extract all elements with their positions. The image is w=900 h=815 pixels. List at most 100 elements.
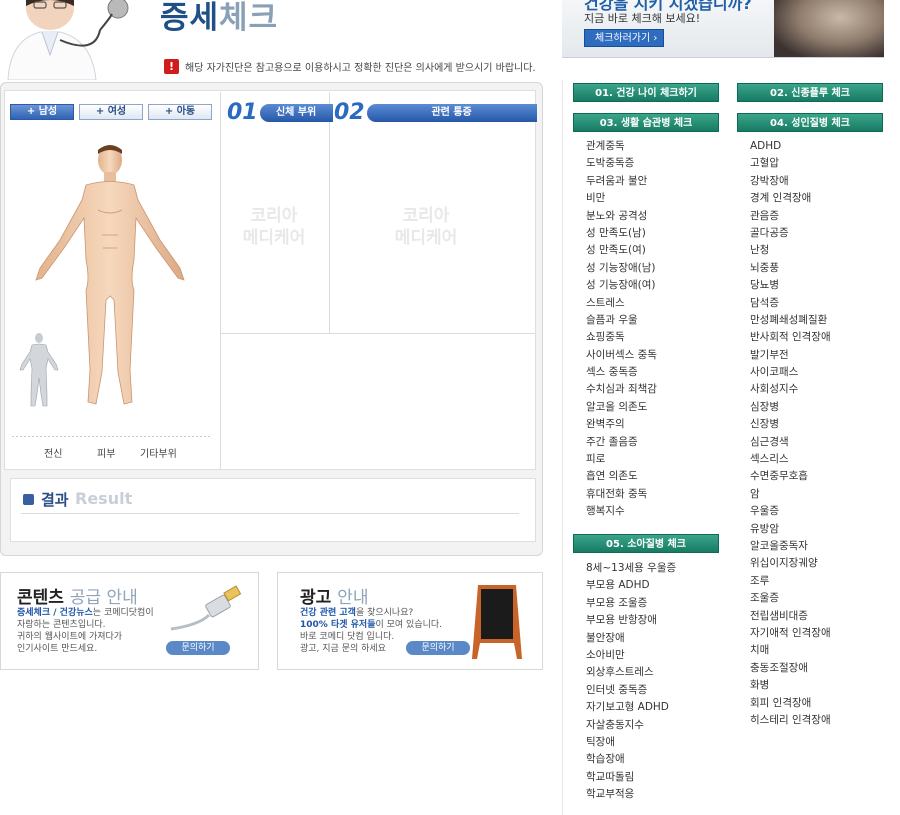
list-item[interactable]: 섹스리스 xyxy=(750,451,831,468)
list-item[interactable]: 당뇨병 xyxy=(750,277,831,294)
list-item[interactable]: 분노와 공격성 xyxy=(586,208,657,225)
list-item[interactable]: 강박장애 xyxy=(750,173,831,190)
list-item[interactable]: 치매 xyxy=(750,642,831,659)
list-item[interactable]: 유방암 xyxy=(750,521,831,538)
list-item[interactable]: 자기애적 인격장애 xyxy=(750,625,831,642)
list-item[interactable]: 불안장애 xyxy=(586,630,676,647)
list-item[interactable]: 학교따돌림 xyxy=(586,769,676,786)
list-item[interactable]: 섹스 중독증 xyxy=(586,364,657,381)
divider xyxy=(21,513,519,514)
category-lifestyle[interactable]: 03. 생활 습관병 체크 xyxy=(573,113,719,132)
list-item[interactable]: 소아비만 xyxy=(586,647,676,664)
list-item[interactable]: 흡연 의존도 xyxy=(586,468,657,485)
list-item[interactable]: 암 xyxy=(750,486,831,503)
list-item[interactable]: 틱장애 xyxy=(586,734,676,751)
list-item[interactable]: 성 기능장애(남) xyxy=(586,260,657,277)
list-item[interactable]: 조루 xyxy=(750,573,831,590)
list-item[interactable]: 조울증 xyxy=(750,590,831,607)
list-item[interactable]: 관음증 xyxy=(750,208,831,225)
list-item[interactable]: 두려움과 불안 xyxy=(586,173,657,190)
advertising-box: 광고 안내 건강 관련 고객을 찾으시나요? 100% 타겟 유저들이 모여 있… xyxy=(277,572,543,670)
list-item[interactable]: 자살충동지수 xyxy=(586,717,676,734)
list-item[interactable]: 스트레스 xyxy=(586,295,657,312)
part-skin[interactable]: 피부 xyxy=(97,445,115,460)
category-health-age[interactable]: 01. 건강 나이 체크하기 xyxy=(573,83,719,102)
list-item[interactable]: 쇼핑중독 xyxy=(586,329,657,346)
list-item[interactable]: 회피 인격장애 xyxy=(750,695,831,712)
list-item[interactable]: 비만 xyxy=(586,190,657,207)
list-item[interactable]: 화병 xyxy=(750,677,831,694)
list-item[interactable]: 히스테리 인격장애 xyxy=(750,712,831,729)
list-item[interactable]: 알코올중독자 xyxy=(750,538,831,555)
list-item[interactable]: 성 만족도(남) xyxy=(586,225,657,242)
banner-subtitle: 지금 바로 체크해 보세요! xyxy=(584,12,701,25)
list-item[interactable]: 인터넷 중독증 xyxy=(586,682,676,699)
content-inquiry-button[interactable]: 문의하기 xyxy=(166,641,230,655)
list-item[interactable]: 담석증 xyxy=(750,295,831,312)
list-item[interactable]: 반사회적 인격장애 xyxy=(750,329,831,346)
lifestyle-list: 관계중독 도박중독증 두려움과 불안 비만 분노와 공격성 성 만족도(남) 성 만족도(여… xyxy=(586,138,657,521)
category-child-disease[interactable]: 05. 소아질병 체크 xyxy=(573,534,719,553)
list-item[interactable]: 심근경색 xyxy=(750,434,831,451)
gender-male-button[interactable]: + 남성 xyxy=(10,104,74,120)
list-item[interactable]: 알코올 의존도 xyxy=(586,399,657,416)
promo-line: 자랑하는 콘텐츠입니다. xyxy=(17,620,106,630)
list-item[interactable]: 부모용 반항장애 xyxy=(586,612,676,629)
list-item[interactable]: 심장병 xyxy=(750,399,831,416)
list-item[interactable]: 외상후스트레스 xyxy=(586,664,676,681)
promo-line: 바로 코메디 닷컴 입니다. xyxy=(300,632,395,642)
list-item[interactable]: 사회성지수 xyxy=(750,381,831,398)
list-item[interactable]: 학습장애 xyxy=(586,751,676,768)
gender-child-button[interactable]: + 아동 xyxy=(148,104,212,120)
list-item[interactable]: 부모용 조울증 xyxy=(586,595,676,612)
list-item[interactable]: 부모용 ADHD xyxy=(586,577,676,594)
gender-female-button[interactable]: + 여성 xyxy=(79,104,143,120)
part-other[interactable]: 기타부위 xyxy=(140,445,177,460)
list-item[interactable]: 성 만족도(여) xyxy=(586,242,657,259)
list-item[interactable]: 전립샘비대증 xyxy=(750,608,831,625)
list-item[interactable]: 사이버섹스 중독 xyxy=(586,347,657,364)
list-item[interactable]: 고혈압 xyxy=(750,155,831,172)
list-item[interactable]: 충동조절장애 xyxy=(750,660,831,677)
list-item[interactable]: 학교부적응 xyxy=(586,786,676,803)
part-whole-body[interactable]: 전신 xyxy=(44,445,62,460)
related-pain-header: 02 관련 통증 xyxy=(334,102,537,124)
list-item[interactable]: 난청 xyxy=(750,242,831,259)
list-item[interactable]: 발기부전 xyxy=(750,347,831,364)
list-item[interactable]: 행복지수 xyxy=(586,503,657,520)
list-item[interactable]: 우울증 xyxy=(750,503,831,520)
category-swine-flu[interactable]: 02. 신종플루 체크 xyxy=(737,83,883,102)
promo-line: 인기사이트 만드세요. xyxy=(17,644,98,654)
brand-title: 증세체크 xyxy=(160,0,279,36)
promo-banner[interactable]: 건강을 지키 시겠습니까? 지금 바로 체크해 보세요! 체크하러가기 › xyxy=(562,0,884,58)
list-item[interactable]: 수치심과 죄책감 xyxy=(586,381,657,398)
list-item[interactable]: ADHD xyxy=(750,138,831,155)
list-item[interactable]: 성 기능장애(여) xyxy=(586,277,657,294)
body-part-header: 01 신체 부위 xyxy=(227,102,333,124)
list-item[interactable]: 만성폐쇄성폐질환 xyxy=(750,312,831,329)
list-item[interactable]: 완벽주의 xyxy=(586,416,657,433)
category-adult-disease[interactable]: 04. 성인질병 체크 xyxy=(737,113,883,132)
list-item[interactable]: 뇌중풍 xyxy=(750,260,831,277)
list-item[interactable]: 도박중독증 xyxy=(586,155,657,172)
list-item[interactable]: 피로 xyxy=(586,451,657,468)
list-item[interactable]: 8세~13세용 우울증 xyxy=(586,560,676,577)
list-item[interactable]: 골다공증 xyxy=(750,225,831,242)
ad-inquiry-button[interactable]: 문의하기 xyxy=(406,641,470,655)
check-now-button[interactable]: 체크하러가기 › xyxy=(584,29,664,47)
body-figure-back-thumbnail[interactable] xyxy=(18,332,60,410)
child-list: 8세~13세용 우울증 부모용 ADHD 부모용 조울증 부모용 반항장애 불안장애 소아… xyxy=(586,560,676,803)
list-item[interactable]: 자기보고형 ADHD xyxy=(586,699,676,716)
list-item[interactable]: 주간 졸음증 xyxy=(586,434,657,451)
list-item[interactable]: 사이코패스 xyxy=(750,364,831,381)
list-item[interactable]: 위십이지장궤양 xyxy=(750,555,831,572)
related-pain-label: 관련 통증 xyxy=(366,104,537,122)
list-item[interactable]: 경계 인격장애 xyxy=(750,190,831,207)
promo-line: 증세체크 / 건강뉴스는 코메디닷컴이 xyxy=(17,608,154,618)
list-item[interactable]: 관계중독 xyxy=(586,138,657,155)
list-item[interactable]: 슬픔과 우울 xyxy=(586,312,657,329)
watermark: 코리아 메디케어 xyxy=(242,206,306,248)
list-item[interactable]: 휴대전화 중독 xyxy=(586,486,657,503)
list-item[interactable]: 신장병 xyxy=(750,416,831,433)
list-item[interactable]: 수면중무호흡 xyxy=(750,468,831,485)
